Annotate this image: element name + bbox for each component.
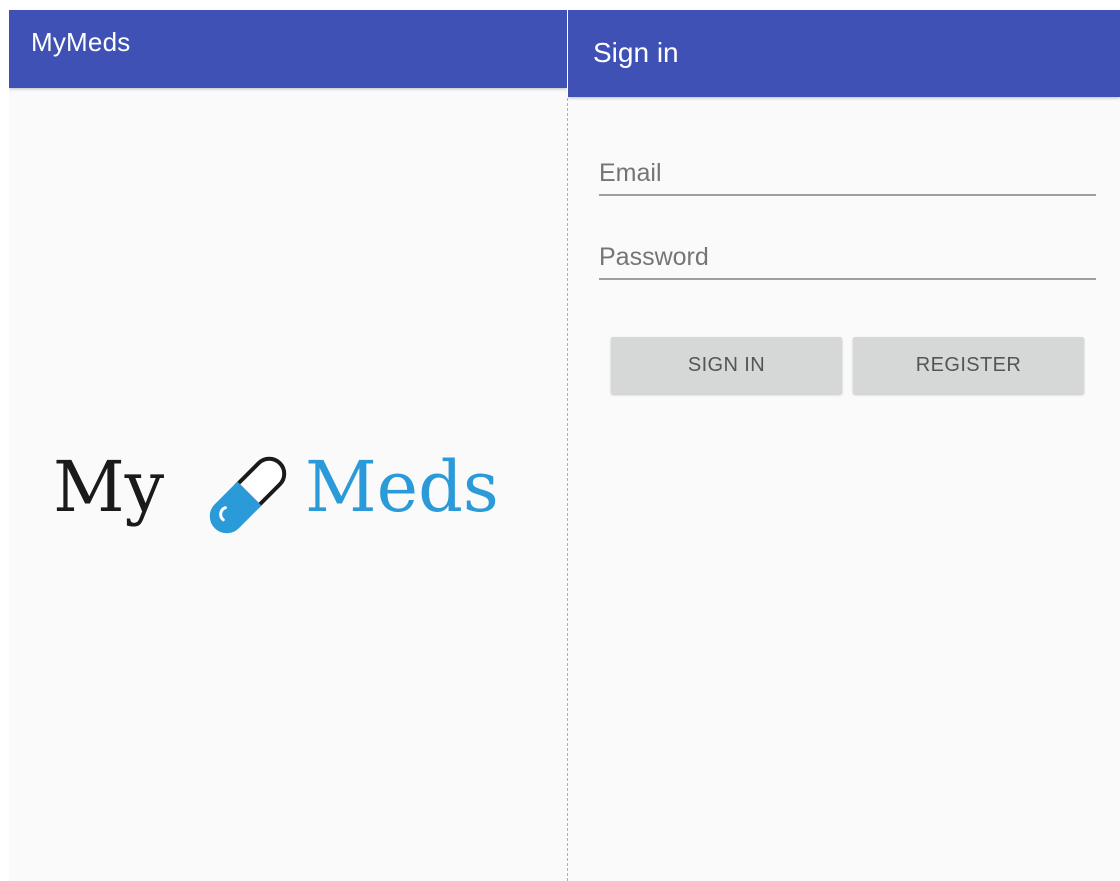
app-bar: MyMeds [9,10,567,88]
mymeds-logo: My Meds [53,436,523,546]
sign-in-screen: Sign in SIGN IN REGISTER [568,10,1120,881]
app-title: MyMeds [31,27,131,57]
screen-title: Sign in [593,37,679,68]
logo-text-meds: Meds [305,446,499,528]
pill-capsule-icon [209,456,287,534]
password-input[interactable] [599,240,1096,274]
email-input[interactable] [599,156,1096,190]
password-field [599,234,1096,280]
screenshot-stage: MyMeds My Meds Sign in Email SIGN IN REG… [0,0,1120,881]
sign-in-button[interactable]: SIGN IN [611,337,842,394]
register-button[interactable]: REGISTER [853,337,1084,394]
logo-text-my: My [53,446,165,528]
app-bar: Sign in [568,10,1120,97]
splash-screen: MyMeds My Meds [9,10,567,881]
email-field [599,150,1096,196]
